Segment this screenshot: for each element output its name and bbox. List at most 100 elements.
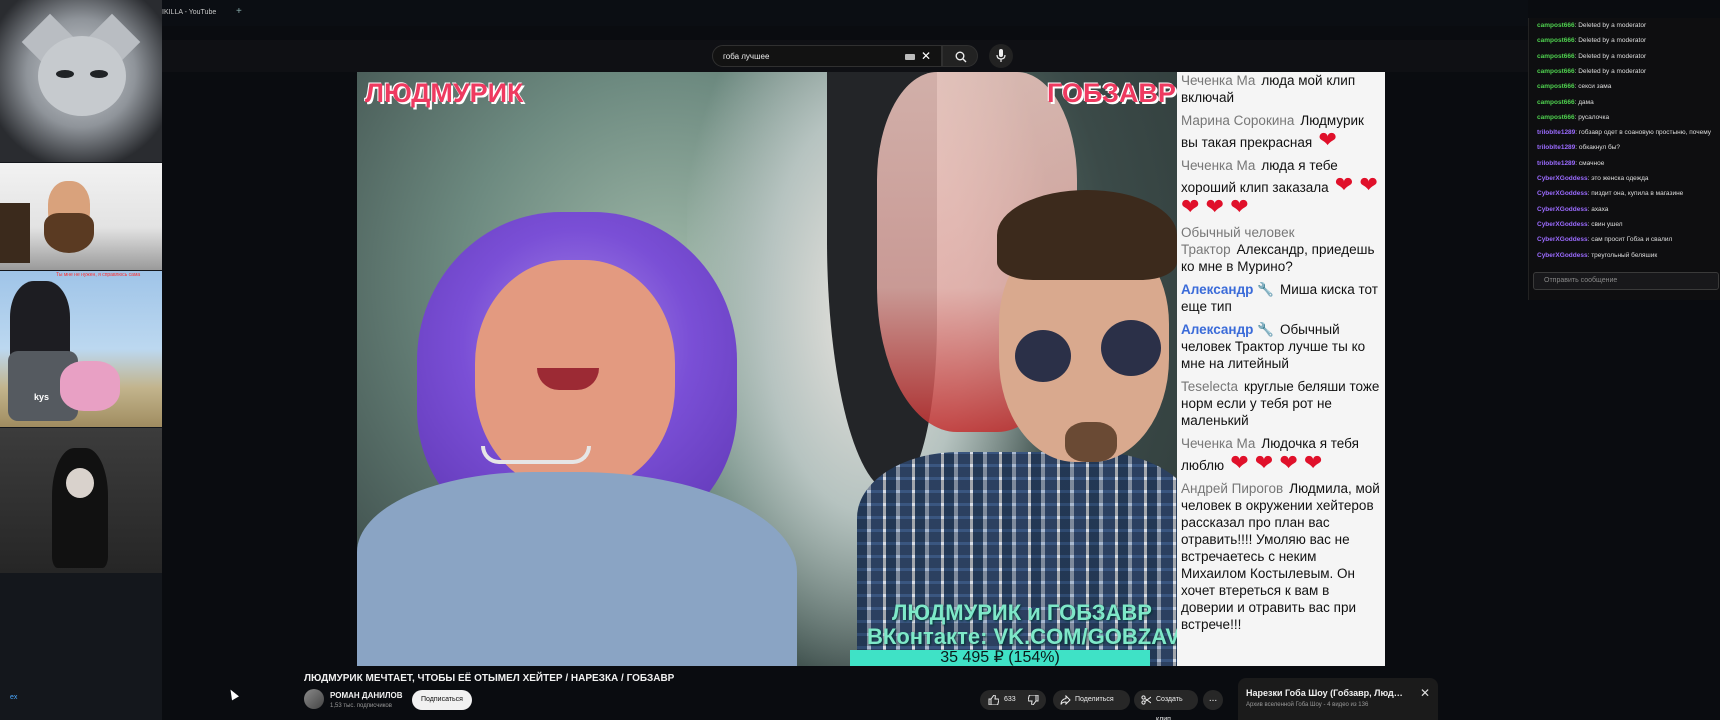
chat-username[interactable]: campost666 bbox=[1537, 99, 1575, 106]
playlist-panel[interactable]: Нарезки Гоба Шоу (Гобзавр, Людмурик... А… bbox=[1238, 678, 1438, 720]
video-chat-message: Андрей Пирогов Людмила, мой человек в окр… bbox=[1181, 480, 1381, 633]
chat-message: CyberXGoddess: ахаха bbox=[1537, 206, 1608, 213]
chat-message: campost666: Deleted by a moderator bbox=[1537, 68, 1646, 75]
chat-username[interactable]: campost666 bbox=[1537, 53, 1575, 60]
playlist-subtitle: Архив вселенной Гоба Шоу - 4 видео из 13… bbox=[1246, 702, 1369, 708]
chat-username[interactable]: triloblte1289 bbox=[1537, 129, 1575, 136]
chat-username[interactable]: CyberXGoddess bbox=[1537, 206, 1588, 213]
video-title: ЛЮДМУРИК МЕЧТАЕТ, ЧТОБЫ ЕЁ ОТЫМЕЛ ХЕЙТЕР… bbox=[304, 673, 675, 684]
anime-girl-thumbnail: Ты мне не нужен, я справлюсь сама kys bbox=[0, 271, 162, 427]
chat-text: обкакнул бы? bbox=[1578, 144, 1621, 152]
video-chat-author: Чеченка Ма bbox=[1181, 73, 1256, 88]
youtube-header: гоба лучшее ✕ bbox=[162, 40, 1528, 72]
overlay-name-right: ГОБЗАВР bbox=[1047, 78, 1176, 108]
search-input[interactable]: гоба лучшее ✕ bbox=[712, 45, 942, 67]
video-player[interactable]: ЛЮДМУРИК ГОБЗАВР ЛЮДМУРИК и ГОБЗАВР ВКон… bbox=[357, 72, 1385, 666]
chat-message: CyberXGoddess: свин ушел bbox=[1537, 221, 1623, 228]
man-goatee bbox=[1065, 422, 1117, 462]
man-beard bbox=[44, 213, 94, 253]
chat-username[interactable]: CyberXGoddess bbox=[1537, 190, 1588, 197]
chat-text: русалочка bbox=[1578, 113, 1610, 121]
thumbs-up-icon[interactable] bbox=[988, 695, 999, 705]
chat-username[interactable]: CyberXGoddess bbox=[1537, 221, 1588, 228]
chat-message: campost666: русалочка bbox=[1537, 114, 1609, 121]
chat-text: ахаха bbox=[1591, 205, 1609, 213]
chat-username[interactable]: CyberXGoddess bbox=[1537, 175, 1588, 182]
heart-icon: ❤ bbox=[1181, 194, 1200, 219]
thumbs-down-icon[interactable] bbox=[1028, 695, 1039, 705]
search-icon bbox=[955, 51, 967, 63]
chat-text: Deleted by a moderator bbox=[1578, 67, 1647, 75]
video-chat-text: Людмила, мой человек в окружении хейтеро… bbox=[1181, 481, 1380, 632]
channel-avatar[interactable] bbox=[304, 689, 324, 709]
anime-caption: Ты мне не нужен, я справлюсь сама bbox=[56, 272, 141, 278]
clip-label: Создать клип bbox=[1156, 696, 1183, 720]
browser-tabbar: IKILLA - YouTube + bbox=[162, 0, 1528, 26]
in-video-chat: Чеченка Ма люда мой клип включай Марина Со… bbox=[1177, 72, 1385, 666]
video-chat-author: Александр 🔧 bbox=[1181, 322, 1274, 337]
chat-message-input[interactable]: Отправить сообщение bbox=[1533, 272, 1719, 290]
anime-shirt-text: kys bbox=[34, 392, 50, 402]
chat-message: campost666: дама bbox=[1537, 99, 1594, 106]
cat-face bbox=[38, 36, 126, 116]
channel-name[interactable]: РОМАН ДАНИЛОВ bbox=[330, 691, 403, 700]
subscriber-count: 1,53 тыс. подписчиков bbox=[330, 703, 392, 709]
chat-text: Deleted by a moderator bbox=[1578, 37, 1647, 45]
clip-button[interactable]: Создать клип bbox=[1134, 690, 1198, 720]
chat-text: дама bbox=[1578, 98, 1594, 106]
more-actions-button[interactable]: ... bbox=[1203, 690, 1223, 710]
heart-icon: ❤ bbox=[1223, 194, 1249, 219]
chat-username[interactable]: campost666 bbox=[1537, 22, 1575, 29]
share-button[interactable]: Поделиться bbox=[1053, 690, 1130, 710]
chat-text: Deleted by a moderator bbox=[1578, 22, 1647, 29]
chat-message: CyberXGoddess: сам просит Гобза и свалил bbox=[1537, 236, 1672, 243]
browser-tab[interactable]: IKILLA - YouTube bbox=[162, 9, 216, 16]
microphone-icon bbox=[996, 49, 1006, 62]
dark-anime-thumbnail bbox=[0, 428, 162, 573]
chat-text: пиздит она, купила в магазине bbox=[1591, 190, 1684, 198]
cat-eye bbox=[90, 70, 108, 78]
playlist-title[interactable]: Нарезки Гоба Шоу (Гобзавр, Людмурик... bbox=[1246, 688, 1406, 698]
cat-eye bbox=[56, 70, 74, 78]
subscribe-button[interactable]: Подписаться bbox=[412, 690, 472, 710]
chat-username[interactable]: campost666 bbox=[1537, 114, 1575, 121]
chat-text: треугольный беляшик bbox=[1591, 251, 1658, 259]
chat-username[interactable]: campost666 bbox=[1537, 83, 1575, 90]
chat-username[interactable]: campost666 bbox=[1537, 37, 1575, 44]
new-tab-icon[interactable]: + bbox=[236, 6, 242, 17]
close-icon[interactable]: ✕ bbox=[1420, 686, 1430, 700]
chat-message: CyberXGoddess: треугольный беляшик bbox=[1537, 252, 1657, 259]
chat-message: campost666: Deleted by a moderator bbox=[1537, 37, 1646, 44]
search-button[interactable] bbox=[942, 45, 978, 67]
chat-message: campost666: Deleted by a moderator bbox=[1537, 53, 1646, 60]
chat-message: triloblte1289: гобзавр одет в соановую п… bbox=[1537, 129, 1711, 136]
chat-username[interactable]: campost666 bbox=[1537, 68, 1575, 75]
search-query[interactable]: гоба лучшее bbox=[723, 52, 769, 61]
like-count[interactable]: 633 bbox=[1004, 696, 1016, 703]
heart-icon: ❤ bbox=[1328, 172, 1354, 197]
twitch-chat: Отправить сообщение campost666: Deleted … bbox=[1528, 18, 1720, 300]
chat-username[interactable]: CyberXGoddess bbox=[1537, 236, 1588, 243]
dark-figure bbox=[52, 448, 108, 568]
chat-username[interactable]: triloblte1289 bbox=[1537, 160, 1575, 167]
clear-search-icon[interactable]: ✕ bbox=[921, 49, 931, 63]
video-chat-message: Чеченка Ма Людочка я тебя люблю ❤ ❤ ❤ ❤ bbox=[1181, 435, 1381, 474]
video-chat-author: Марина Сорокина bbox=[1181, 113, 1295, 128]
dark-figure-face bbox=[66, 468, 94, 498]
pink-pony bbox=[60, 361, 120, 411]
cat-thumbnail bbox=[0, 0, 162, 162]
chat-username[interactable]: triloblte1289 bbox=[1537, 144, 1575, 151]
left-footer-label: ex bbox=[10, 694, 18, 701]
chat-message: triloblte1289: обкакнул бы? bbox=[1537, 144, 1620, 151]
heart-icon: ❤ bbox=[1273, 450, 1298, 475]
video-chat-message: Александр 🔧 Миша киска тот еще тип bbox=[1181, 281, 1381, 315]
heart-icon: ❤ bbox=[1353, 172, 1378, 197]
voice-search-button[interactable] bbox=[989, 44, 1013, 68]
chair bbox=[0, 203, 30, 263]
webcam-strip: Ты мне не нужен, я справлюсь сама kys ex bbox=[0, 0, 162, 720]
chat-username[interactable]: CyberXGoddess bbox=[1537, 252, 1588, 259]
chat-text: это женска одежда bbox=[1591, 175, 1649, 182]
keyboard-icon[interactable] bbox=[905, 54, 915, 60]
heart-icon: ❤ bbox=[1224, 450, 1249, 475]
sunglasses-lens bbox=[1015, 330, 1071, 382]
